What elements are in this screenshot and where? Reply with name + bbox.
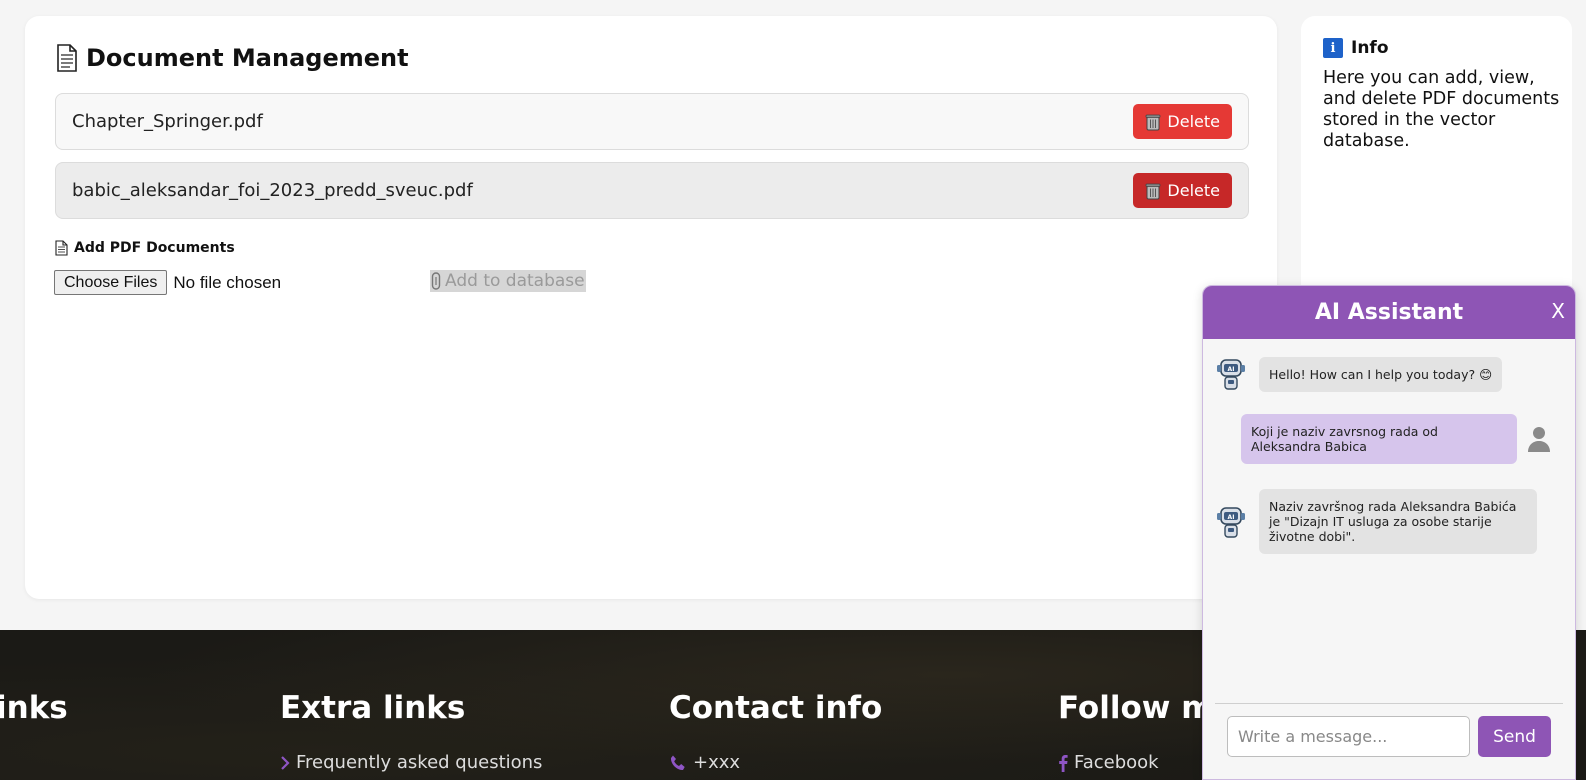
- footer-heading: Extra links: [280, 690, 466, 726]
- chevron-right-icon: [281, 755, 290, 770]
- chat-close-button[interactable]: X: [1551, 299, 1565, 323]
- footer-heading: inks: [0, 690, 68, 726]
- chat-bubble: Hello! How can I help you today? 😊: [1259, 356, 1503, 392]
- chat-bubble: Naziv završnog rada Aleksandra Babića je…: [1259, 489, 1537, 554]
- facebook-link[interactable]: Facebook: [1058, 752, 1214, 773]
- choose-files-button[interactable]: Choose Files: [54, 270, 168, 295]
- svg-text:AI: AI: [1228, 514, 1235, 521]
- ai-assistant-chat: AI Assistant X AI Hello! How can I help …: [1202, 285, 1576, 780]
- robot-avatar-icon: AI: [1217, 359, 1245, 390]
- send-button[interactable]: Send: [1478, 716, 1551, 757]
- phone-link-label: +xxx: [693, 752, 741, 773]
- delete-label: Delete: [1167, 112, 1220, 131]
- footer-column-extra-links: Extra links Frequently asked questions: [280, 690, 542, 773]
- chat-divider: [1215, 703, 1563, 704]
- document-management-card: Document Management Chapter_Springer.pdf…: [25, 16, 1277, 599]
- file-picker: Choose Files No file chosen: [54, 270, 281, 295]
- user-avatar-icon: [1528, 427, 1550, 452]
- paperclip-icon: [431, 272, 441, 290]
- footer-heading: Contact info: [669, 690, 883, 726]
- delete-label: Delete: [1167, 181, 1220, 200]
- info-icon: i: [1323, 38, 1343, 58]
- footer-column-contact: Contact info +xxx: [669, 690, 882, 773]
- document-icon: [57, 44, 77, 72]
- delete-button[interactable]: Delete: [1133, 173, 1232, 208]
- page-title: Document Management: [56, 44, 409, 72]
- add-documents-heading: Add PDF Documents: [55, 240, 235, 256]
- faq-link-label: Frequently asked questions: [296, 752, 543, 773]
- chat-header: AI Assistant X: [1203, 286, 1575, 339]
- delete-button[interactable]: Delete: [1133, 104, 1232, 139]
- chat-bubble: Koji je naziv zavrsnog rada od Aleksandr…: [1241, 414, 1517, 464]
- info-heading: i Info: [1323, 38, 1389, 58]
- add-to-database-label: Add to database: [445, 271, 585, 291]
- chat-message-input[interactable]: [1227, 716, 1470, 757]
- no-file-text: No file chosen: [173, 272, 282, 292]
- document-name: Chapter_Springer.pdf: [72, 111, 263, 132]
- faq-link[interactable]: Frequently asked questions: [280, 752, 542, 773]
- add-documents-title: Add PDF Documents: [74, 240, 235, 256]
- phone-icon: [670, 755, 685, 770]
- facebook-icon: [1059, 754, 1068, 772]
- footer-heading: Follow m: [1058, 690, 1214, 726]
- page-title-text: Document Management: [86, 44, 409, 72]
- add-to-database-button[interactable]: Add to database: [430, 270, 586, 292]
- document-icon: [55, 240, 68, 256]
- trash-icon: [1146, 183, 1161, 199]
- trash-icon: [1146, 114, 1161, 130]
- document-row: babic_aleksandar_foi_2023_predd_sveuc.pd…: [55, 162, 1249, 219]
- info-text: Here you can add, view, and delete PDF d…: [1323, 68, 1560, 151]
- chat-message-bot: AI Naziv završnog rada Aleksandra Babića…: [1215, 489, 1537, 554]
- phone-link[interactable]: +xxx: [669, 752, 882, 773]
- svg-text:AI: AI: [1228, 366, 1235, 373]
- facebook-link-label: Facebook: [1074, 752, 1159, 773]
- document-row: Chapter_Springer.pdf Delete: [55, 93, 1249, 150]
- chat-message-user: Koji je naziv zavrsnog rada od Aleksandr…: [1241, 414, 1551, 464]
- chat-title: AI Assistant: [1314, 300, 1464, 325]
- footer-column-follow: Follow m Facebook: [1058, 690, 1214, 773]
- chat-message-bot: AI Hello! How can I help you today? 😊: [1215, 356, 1503, 392]
- robot-avatar-icon: AI: [1217, 506, 1245, 538]
- info-title: Info: [1351, 38, 1389, 58]
- footer-column-links: inks: [0, 690, 68, 726]
- document-name: babic_aleksandar_foi_2023_predd_sveuc.pd…: [72, 180, 473, 201]
